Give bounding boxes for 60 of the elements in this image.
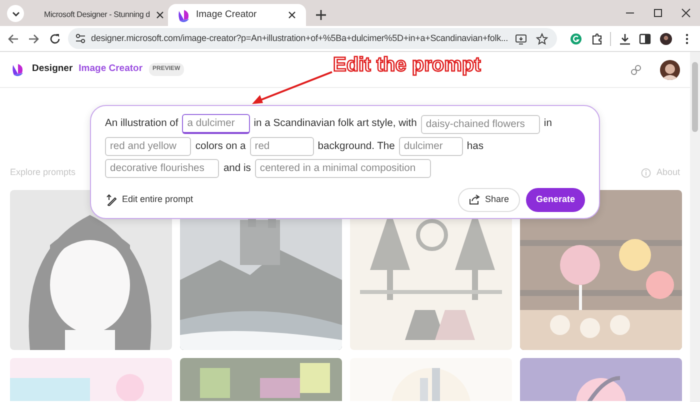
prompt-text: in — [544, 117, 552, 132]
bookmark-button[interactable] — [534, 30, 550, 46]
download-icon — [618, 32, 631, 44]
plus-icon — [314, 8, 328, 22]
prompt-text: colors on a — [195, 140, 246, 154]
address-bar[interactable]: designer.microsoft.com/image-creator?p=An+illustration+of+%5Ba+dulcimer%5D+in+a+Scandinavian+folk... — [68, 28, 558, 49]
prompt-field[interactable]: centered in a minimal composition — [254, 159, 431, 178]
close-icon — [681, 8, 691, 18]
avatar-icon — [660, 32, 672, 44]
designer-logo-icon — [10, 62, 26, 78]
browser-tab[interactable]: Image Creator — [168, 4, 306, 26]
extension-button[interactable] — [569, 30, 584, 46]
monitor-icon — [515, 32, 528, 44]
section-title: Explore prompts — [10, 166, 76, 180]
prompt-field[interactable]: dulcimer — [398, 137, 463, 156]
close-tab-button[interactable] — [156, 9, 164, 21]
prompt-text: An illustration of — [105, 117, 178, 132]
reload-icon — [48, 32, 61, 44]
star-icon — [536, 32, 548, 44]
close-icon — [156, 11, 164, 19]
pen-icon — [105, 194, 117, 206]
scrollbar[interactable] — [690, 52, 700, 402]
share-button[interactable]: Share — [458, 188, 520, 212]
back-arrow-icon — [7, 32, 20, 44]
link-icon — [630, 64, 642, 76]
browser-tab[interactable]: Microsoft Designer - Stunning d — [30, 4, 168, 26]
extensions-button[interactable] — [590, 30, 604, 46]
prompt-field[interactable]: daisy-chained flowers — [420, 114, 540, 134]
side-panel-icon — [639, 32, 652, 44]
new-tab-button[interactable] — [314, 8, 328, 22]
prompt-field[interactable]: a dulcimer — [182, 114, 250, 134]
profile-button[interactable] — [658, 30, 674, 46]
annotation-text: Edit the prompt — [333, 53, 481, 78]
scrollbar-thumb[interactable] — [692, 62, 698, 132]
prompt-field[interactable]: red and yellow — [105, 137, 192, 156]
designer-logo-icon — [176, 8, 190, 22]
share-icon — [468, 194, 480, 206]
close-icon — [288, 11, 296, 19]
site-settings-icon — [75, 33, 86, 44]
puzzle-icon — [591, 32, 604, 44]
caret-icon — [12, 10, 20, 18]
prompt-text: has — [466, 140, 484, 154]
close-tab-button[interactable] — [286, 9, 298, 21]
edit-prompt-link[interactable]: Edit entire prompt — [105, 193, 194, 206]
tab-list-button[interactable] — [7, 5, 24, 22]
prompt-text: background. The — [318, 140, 395, 154]
product-name: Image Creator — [78, 62, 143, 76]
grammar-extension-icon — [570, 32, 582, 44]
generate-button[interactable]: Generate — [526, 188, 585, 212]
prompt-text: in a Scandinavian folk art style, with — [254, 117, 417, 132]
prompt-field[interactable]: decorative flourishes — [105, 159, 220, 178]
prompt-text: and is — [223, 162, 251, 176]
profile-avatar[interactable] — [660, 60, 680, 80]
brand-name: Designer — [32, 62, 73, 76]
forward-arrow-icon — [28, 32, 40, 44]
maximize-icon — [653, 8, 663, 18]
info-icon — [641, 168, 652, 178]
prompt-field[interactable]: red — [250, 137, 314, 156]
avatar-icon — [660, 60, 680, 80]
url-text: designer.microsoft.com/image-creator?p=An+illustration+of+%5Ba+dulcimer%5D+in+a+Scandinavian+folk... — [91, 32, 508, 45]
